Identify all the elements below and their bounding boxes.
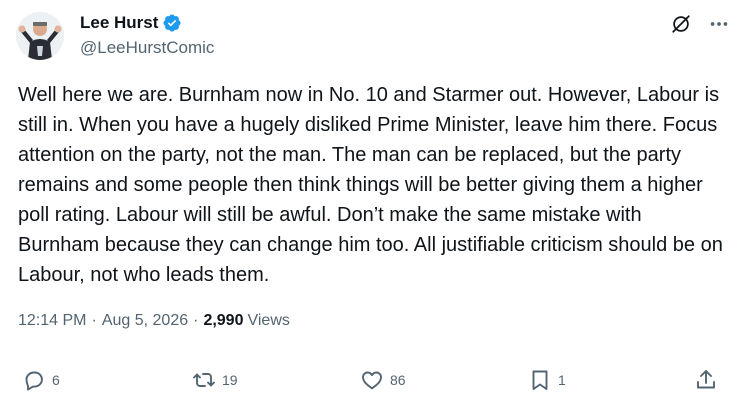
avatar-image [16,12,64,60]
tweet-time[interactable]: 12:14 PM [18,312,86,330]
share-icon [697,370,715,389]
tweet-meta: 12:14 PM · Aug 5, 2026 · 2,990 Views [18,312,290,330]
bookmark-icon [532,370,548,390]
tweet-date[interactable]: Aug 5, 2026 [102,312,188,330]
display-name[interactable]: Lee Hurst [80,13,158,33]
bookmark-button[interactable]: 1 [528,368,566,392]
retweet-icon [193,373,215,387]
top-right-actions [669,12,731,36]
retweet-count: 19 [222,372,238,388]
tweet-header: Lee Hurst @LeeHurstComic [16,8,731,64]
tweet-text: Well here we are. Burnham now in No. 10 … [18,84,723,286]
like-count: 86 [390,372,406,388]
reply-count: 6 [52,372,60,388]
verified-badge-icon[interactable] [162,13,182,33]
views-label: Views [247,312,290,329]
retweet-button[interactable]: 19 [192,368,238,392]
meta-separator: · [91,312,97,329]
like-button[interactable]: 86 [360,368,406,392]
action-bar: 6 19 86 1 [22,368,722,398]
share-button[interactable] [694,368,718,392]
avatar[interactable] [16,12,64,60]
views-count: 2,990 [203,312,244,329]
name-row: Lee Hurst [80,13,182,33]
bookmark-count: 1 [558,372,566,388]
more-icon[interactable] [707,12,731,36]
grok-icon[interactable] [669,12,693,36]
meta-separator: · [193,312,199,329]
reply-button[interactable]: 6 [22,368,60,392]
handle[interactable]: @LeeHurstComic [80,38,214,58]
reply-icon [25,371,43,391]
like-icon [362,371,382,390]
